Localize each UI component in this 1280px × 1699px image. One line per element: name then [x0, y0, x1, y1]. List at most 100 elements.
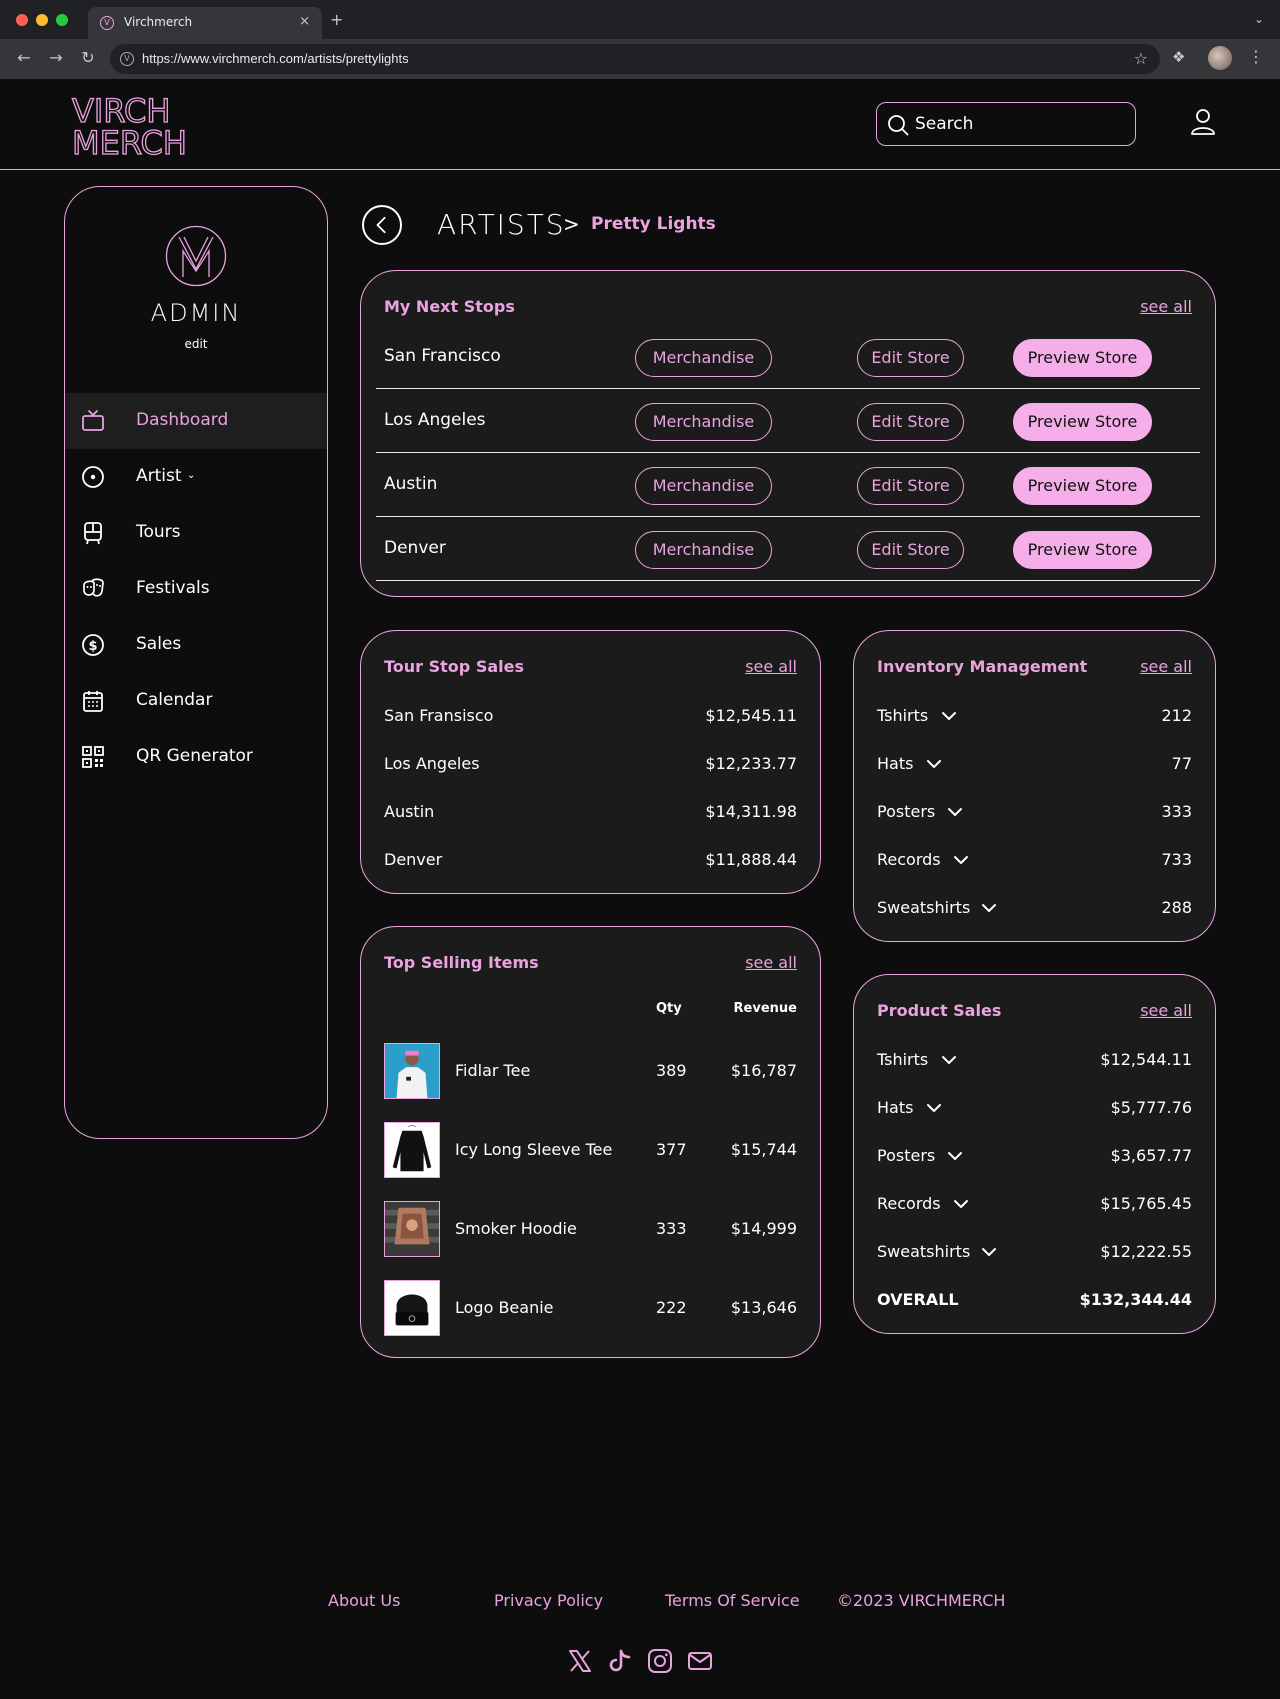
- see-all-link[interactable]: see all: [745, 953, 797, 972]
- preview-store-button[interactable]: Preview Store: [1013, 467, 1152, 505]
- chevron-down-icon[interactable]: [947, 804, 963, 820]
- footer-link-about-us[interactable]: About Us: [328, 1591, 400, 1610]
- merchandise-button[interactable]: Merchandise: [635, 467, 772, 505]
- icy-long-sleeve-tee-thumbnail[interactable]: [384, 1122, 440, 1178]
- chevron-down-icon[interactable]: [941, 708, 957, 724]
- product-category: Sweatshirts: [877, 1242, 971, 1261]
- site-info-icon[interactable]: V: [120, 52, 134, 66]
- merchandise-button[interactable]: Merchandise: [635, 339, 772, 377]
- back-button[interactable]: [362, 205, 402, 245]
- item-row[interactable]: Icy Long Sleeve Tee 377 $15,744: [384, 1122, 797, 1178]
- item-revenue: $14,999: [730, 1219, 797, 1238]
- merchandise-button[interactable]: Merchandise: [635, 403, 772, 441]
- sidebar-item-calendar[interactable]: Calendar: [65, 673, 327, 729]
- sidebar-item-label: Calendar: [136, 690, 213, 710]
- bookmark-star-icon[interactable]: ☆: [1134, 49, 1148, 68]
- sidebar-item-tours[interactable]: Tours: [65, 505, 327, 561]
- edit-profile-link[interactable]: edit: [65, 337, 327, 351]
- breadcrumb-current: Pretty Lights: [591, 214, 716, 234]
- forward-arrow-icon[interactable]: →: [46, 48, 66, 67]
- sidebar-item-artist[interactable]: Artist ⌄: [65, 449, 327, 505]
- sales-row: Austin $14,311.98: [384, 802, 797, 826]
- item-name: Fidlar Tee: [455, 1061, 531, 1080]
- chevron-down-icon[interactable]: [953, 1196, 969, 1212]
- chevron-down-icon[interactable]: [926, 1100, 942, 1116]
- edit-store-button[interactable]: Edit Store: [857, 467, 964, 505]
- inventory-row[interactable]: Sweatshirts 288: [877, 898, 1192, 922]
- sidebar-item-festivals[interactable]: Festivals: [65, 561, 327, 617]
- url-text[interactable]: https://www.virchmerch.com/artists/prett…: [142, 51, 409, 66]
- instagram-icon[interactable]: [647, 1648, 673, 1674]
- inventory-category: Records: [877, 850, 941, 869]
- product-sales-row[interactable]: Sweatshirts $12,222.55: [877, 1242, 1192, 1266]
- inventory-row[interactable]: Records 733: [877, 850, 1192, 874]
- chevron-down-icon[interactable]: [947, 1148, 963, 1164]
- close-window-button[interactable]: [16, 14, 28, 26]
- item-qty: 389: [656, 1061, 687, 1080]
- inventory-count: 733: [1161, 850, 1192, 869]
- see-all-link[interactable]: see all: [745, 657, 797, 676]
- product-sales-row[interactable]: Hats $5,777.76: [877, 1098, 1192, 1122]
- stop-city: San Francisco: [384, 346, 501, 366]
- address-bar[interactable]: V https://www.virchmerch.com/artists/pre…: [110, 44, 1160, 74]
- preview-store-button[interactable]: Preview Store: [1013, 403, 1152, 441]
- admin-avatar[interactable]: [165, 225, 227, 287]
- preview-store-button[interactable]: Preview Store: [1013, 531, 1152, 569]
- item-row[interactable]: Fidlar Tee 389 $16,787: [384, 1043, 797, 1099]
- browser-tab[interactable]: V Virchmerch ×: [88, 7, 322, 39]
- tab-search-chevron-icon[interactable]: ⌄: [1254, 12, 1264, 26]
- extensions-puzzle-icon[interactable]: ❖: [1172, 48, 1185, 66]
- product-category: Posters: [877, 1146, 936, 1165]
- tab-close-icon[interactable]: ×: [299, 14, 310, 29]
- inventory-count: 212: [1161, 706, 1192, 725]
- smoker-hoodie-thumbnail[interactable]: [384, 1201, 440, 1257]
- inventory-row[interactable]: Posters 333: [877, 802, 1192, 826]
- breadcrumb-artists[interactable]: ARTISTS: [437, 208, 566, 241]
- virchmerch-logo[interactable]: VIRCH MERCH: [70, 93, 200, 157]
- chevron-down-icon[interactable]: [981, 900, 997, 916]
- sidebar-item-qr-generator[interactable]: QR Generator: [65, 729, 327, 785]
- reload-icon[interactable]: ↻: [78, 48, 98, 67]
- edit-store-button[interactable]: Edit Store: [857, 403, 964, 441]
- chevron-down-icon[interactable]: [941, 1052, 957, 1068]
- preview-store-button[interactable]: Preview Store: [1013, 339, 1152, 377]
- inventory-row[interactable]: Hats 77: [877, 754, 1192, 778]
- item-row[interactable]: Logo Beanie 222 $13,646: [384, 1280, 797, 1336]
- footer-link-terms-of-service[interactable]: Terms Of Service: [665, 1591, 800, 1610]
- footer-link-privacy-policy[interactable]: Privacy Policy: [494, 1591, 603, 1610]
- inventory-row[interactable]: Tshirts 212: [877, 706, 1192, 730]
- product-sales-row[interactable]: Records $15,765.45: [877, 1194, 1192, 1218]
- back-arrow-icon[interactable]: ←: [14, 48, 34, 67]
- maximize-window-button[interactable]: [56, 14, 68, 26]
- chevron-down-icon[interactable]: [981, 1244, 997, 1260]
- see-all-link[interactable]: see all: [1140, 297, 1192, 316]
- see-all-link[interactable]: see all: [1140, 1001, 1192, 1020]
- browser-menu-icon[interactable]: ⋮: [1248, 47, 1264, 66]
- merchandise-button[interactable]: Merchandise: [635, 531, 772, 569]
- sidebar-item-sales[interactable]: $ Sales: [65, 617, 327, 673]
- x-icon[interactable]: [567, 1648, 593, 1674]
- chevron-down-icon[interactable]: [926, 756, 942, 772]
- sales-amount: $14,311.98: [705, 802, 797, 821]
- user-account-icon[interactable]: [1190, 108, 1216, 136]
- chevron-down-icon[interactable]: ⌄: [187, 470, 195, 481]
- edit-store-button[interactable]: Edit Store: [857, 531, 964, 569]
- sidebar-item-dashboard[interactable]: Dashboard: [65, 393, 327, 449]
- tiktok-icon[interactable]: [607, 1648, 633, 1674]
- logo-beanie-thumbnail[interactable]: [384, 1280, 440, 1336]
- overall-value: $132,344.44: [1079, 1290, 1192, 1309]
- edit-store-button[interactable]: Edit Store: [857, 339, 964, 377]
- search-box[interactable]: [876, 102, 1136, 146]
- fidlar-tee-thumbnail[interactable]: [384, 1043, 440, 1099]
- product-sales-row[interactable]: Tshirts $12,544.11: [877, 1050, 1192, 1074]
- minimize-window-button[interactable]: [36, 14, 48, 26]
- item-row[interactable]: Smoker Hoodie 333 $14,999: [384, 1201, 797, 1257]
- mail-icon[interactable]: [687, 1648, 713, 1674]
- search-input[interactable]: [915, 113, 1115, 135]
- chevron-down-icon[interactable]: [953, 852, 969, 868]
- item-name: Icy Long Sleeve Tee: [455, 1140, 613, 1159]
- product-sales-row[interactable]: Posters $3,657.77: [877, 1146, 1192, 1170]
- see-all-link[interactable]: see all: [1140, 657, 1192, 676]
- new-tab-button[interactable]: +: [330, 10, 343, 29]
- profile-avatar[interactable]: [1208, 46, 1232, 70]
